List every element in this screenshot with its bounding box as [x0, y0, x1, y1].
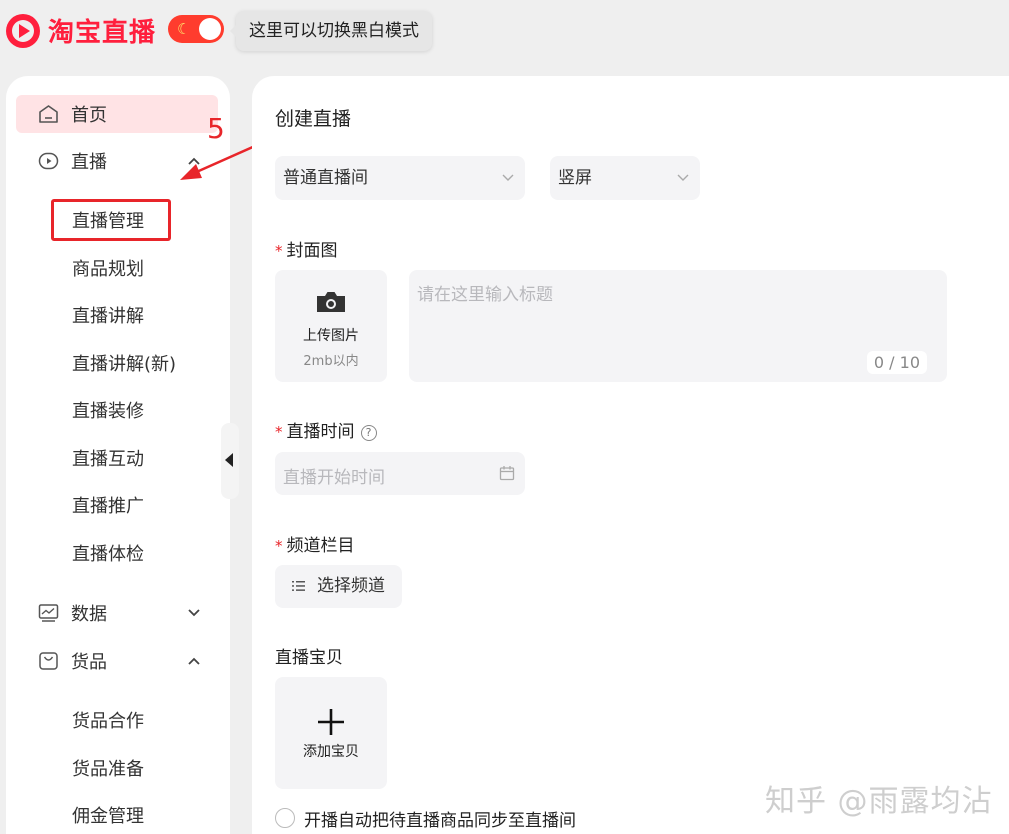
- channel-label-text: 频道栏目: [286, 536, 355, 556]
- live-products-label: 直播宝贝: [275, 648, 343, 668]
- orientation-value: 竖屏: [558, 168, 592, 188]
- live-time-label-text: 直播时间: [286, 422, 355, 442]
- home-icon: [39, 105, 58, 123]
- sidebar-item-label: 货品: [71, 652, 107, 673]
- sidebar-item-label: 直播: [71, 152, 107, 173]
- title-char-counter: 0 / 10: [866, 351, 927, 374]
- create-live-form: 创建直播 普通直播间 竖屏 * 封面图 上传图片 2mb以内 请在这里输入标题 0…: [252, 76, 1009, 834]
- cover-label: * 封面图: [275, 236, 338, 261]
- room-type-value: 普通直播间: [283, 168, 368, 188]
- sidebar-subitem-commission[interactable]: 佣金管理: [72, 805, 144, 829]
- chevron-down-icon: [502, 174, 514, 181]
- list-icon: [292, 581, 305, 591]
- required-mark: *: [275, 537, 283, 555]
- upload-size-hint: 2mb以内: [303, 354, 359, 369]
- chart-monitor-icon: [38, 604, 59, 622]
- sidebar-subitem-live-decoration[interactable]: 直播装修: [72, 400, 144, 424]
- cover-label-text: 封面图: [286, 241, 338, 261]
- required-mark: *: [275, 423, 283, 441]
- chevron-down-icon: [188, 609, 200, 617]
- sidebar-subitem-live-explain[interactable]: 直播讲解: [72, 305, 144, 329]
- sidebar-subitem-live-promotion[interactable]: 直播推广: [72, 495, 144, 519]
- taobao-live-logo[interactable]: 淘宝直播: [6, 12, 156, 49]
- title-placeholder: 请在这里输入标题: [417, 285, 553, 305]
- sidebar-subitem-product-planning[interactable]: 商品规划: [72, 258, 144, 282]
- add-product-button[interactable]: 添加宝贝: [275, 677, 387, 789]
- live-start-time-picker[interactable]: 直播开始时间: [275, 452, 525, 495]
- sidebar-item-label: 数据: [71, 604, 107, 625]
- start-time-placeholder: 直播开始时间: [283, 468, 385, 488]
- sidebar-subitem-live-explain-new[interactable]: 直播讲解(新): [72, 353, 176, 377]
- sync-products-label: 开播自动把待直播商品同步至直播间: [304, 811, 576, 831]
- theme-mode-toggle[interactable]: ☾: [168, 15, 224, 43]
- annotation-highlight-box: [51, 199, 171, 241]
- sidebar-item-goods[interactable]: 货品: [16, 642, 218, 680]
- sidebar-subitem-live-checkup[interactable]: 直播体检: [72, 543, 144, 567]
- top-header: 淘宝直播 ☾ 这里可以切换黑白模式: [0, 0, 1009, 60]
- logo-text: 淘宝直播: [48, 18, 157, 48]
- select-channel-label: 选择频道: [317, 576, 385, 596]
- calendar-icon: [499, 466, 515, 481]
- sidebar-nav: 首页 直播 直播管理 商品规划 直播讲解 直播讲解(新) 直播装修 直播互动 直…: [6, 76, 230, 834]
- sidebar-collapse-handle[interactable]: [221, 423, 239, 499]
- chevron-up-icon: [188, 657, 200, 665]
- sync-products-radio[interactable]: [275, 808, 295, 828]
- select-channel-button[interactable]: 选择频道: [275, 565, 402, 608]
- sidebar-item-label: 首页: [71, 105, 107, 126]
- logo-play-icon: [6, 13, 40, 48]
- orientation-select[interactable]: 竖屏: [550, 156, 700, 200]
- zhihu-watermark: 知乎 @雨露均沾: [765, 784, 993, 819]
- title-input[interactable]: 请在这里输入标题 0 / 10: [409, 270, 947, 382]
- toggle-knob: [199, 18, 221, 40]
- upload-image-button[interactable]: 上传图片 2mb以内: [275, 270, 387, 382]
- camera-icon: [317, 292, 345, 312]
- play-circle-icon: [38, 152, 59, 170]
- page-title: 创建直播: [275, 108, 352, 130]
- moon-icon: ☾: [177, 20, 191, 38]
- room-type-select[interactable]: 普通直播间: [275, 156, 525, 200]
- add-product-label: 添加宝贝: [303, 744, 359, 760]
- sidebar-item-data[interactable]: 数据: [16, 594, 218, 632]
- plus-icon: [318, 709, 344, 735]
- sidebar-subitem-goods-prepare[interactable]: 货品准备: [72, 758, 144, 782]
- upload-title: 上传图片: [303, 328, 359, 344]
- shopping-bag-icon: [39, 652, 58, 670]
- sidebar-subitem-goods-cooperation[interactable]: 货品合作: [72, 710, 144, 734]
- help-icon[interactable]: ?: [360, 425, 377, 441]
- required-mark: *: [275, 242, 283, 260]
- chevron-down-icon: [677, 174, 689, 181]
- theme-toggle-tooltip: 这里可以切换黑白模式: [230, 11, 432, 51]
- sidebar-subitem-live-interaction[interactable]: 直播互动: [72, 448, 144, 472]
- channel-label: * 频道栏目: [275, 531, 355, 556]
- live-time-label: * 直播时间?: [275, 417, 377, 442]
